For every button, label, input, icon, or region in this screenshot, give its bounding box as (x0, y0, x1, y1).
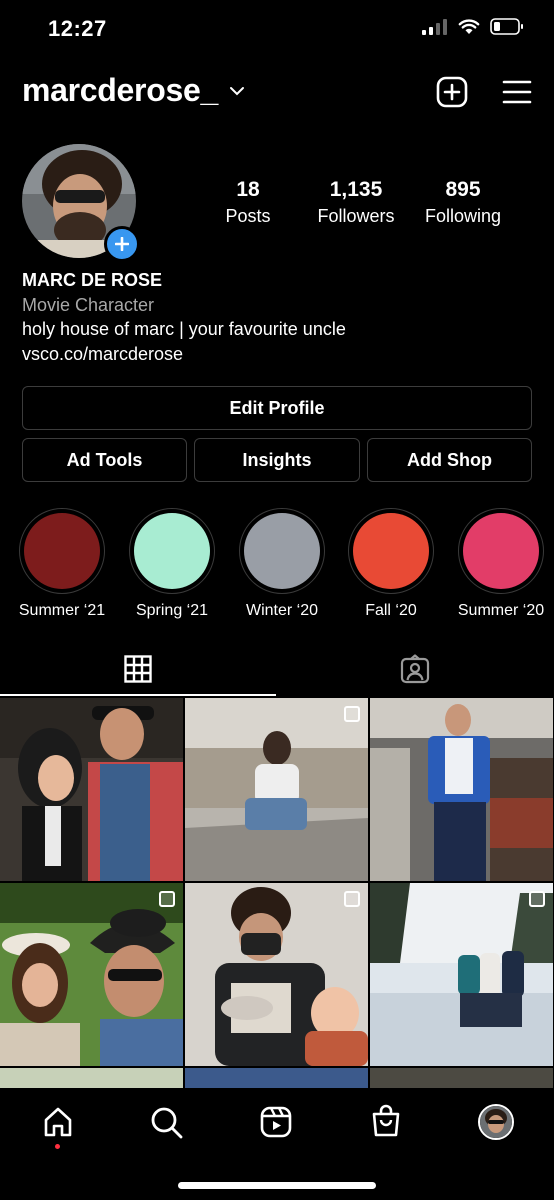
multi-post-icon (344, 706, 360, 722)
followers-stat[interactable]: 1,135 Followers (301, 178, 411, 227)
signal-icon (422, 18, 447, 35)
post-thumbnail[interactable] (370, 883, 553, 1066)
edit-profile-button[interactable]: Edit Profile (22, 386, 532, 430)
highlight-label: Fall ‘20 (365, 602, 417, 619)
post-thumbnail[interactable] (185, 1068, 368, 1088)
notification-dot (55, 1144, 60, 1149)
highlight-fall-20[interactable]: Fall ‘20 (347, 508, 435, 620)
followers-count: 1,135 (329, 178, 383, 201)
plus-icon (115, 237, 129, 251)
bio-text: holy house of marc | your favourite uncl… (22, 319, 346, 339)
highlight-summer-21[interactable]: Summer ‘21 (18, 508, 106, 620)
username: marcderose_ (22, 72, 218, 108)
bio: MARC DE ROSE Movie Character holy house … (22, 268, 346, 366)
status-icons (422, 18, 524, 35)
posts-stat[interactable]: 18 Posts (193, 178, 303, 227)
highlight-spring-21[interactable]: Spring ‘21 (128, 508, 216, 620)
followers-label: Followers (317, 206, 395, 226)
header-actions (436, 76, 532, 108)
following-count: 895 (445, 178, 481, 201)
search-icon[interactable] (150, 1106, 184, 1140)
highlight-cover (244, 513, 320, 589)
home-icon[interactable] (42, 1106, 74, 1138)
highlight-label: Spring ‘21 (135, 602, 209, 619)
active-tab-indicator (0, 694, 276, 696)
posts-label: Posts (225, 206, 271, 226)
profile-tabs (0, 640, 554, 696)
post-thumbnail[interactable] (370, 698, 553, 881)
grid-icon[interactable] (124, 655, 152, 683)
multi-post-icon (159, 891, 175, 907)
highlight-ring (129, 508, 215, 594)
highlight-cover (134, 513, 210, 589)
highlight-label: Winter ‘20 (245, 602, 319, 619)
ad-tools-button[interactable]: Ad Tools (22, 438, 187, 482)
highlight-cover (24, 513, 100, 589)
post-thumbnail[interactable] (0, 883, 183, 1066)
highlight-ring (348, 508, 434, 594)
highlight-ring (458, 508, 544, 594)
battery-icon (490, 18, 523, 35)
highlight-ring (239, 508, 325, 594)
home-indicator (178, 1182, 376, 1189)
highlight-summer-20[interactable]: Summer ‘20 (457, 508, 545, 620)
highlight-winter-20[interactable]: Winter ‘20 (238, 508, 326, 620)
highlight-ring (19, 508, 105, 594)
insights-button[interactable]: Insights (194, 438, 360, 482)
highlight-label: Summer ‘21 (18, 602, 106, 619)
post-thumbnail[interactable] (0, 1068, 183, 1088)
add-shop-button[interactable]: Add Shop (367, 438, 532, 482)
chevron-down-icon (229, 86, 244, 95)
multi-post-icon (529, 891, 545, 907)
post-thumbnail[interactable] (185, 698, 368, 881)
status-time: 12:27 (48, 16, 107, 41)
profile-avatar[interactable] (478, 1104, 514, 1140)
tagged-icon[interactable] (400, 654, 430, 684)
reels-icon[interactable] (260, 1106, 292, 1138)
category-label: Movie Character (22, 294, 155, 315)
following-stat[interactable]: 895 Following (408, 178, 518, 227)
post-thumbnail[interactable] (185, 883, 368, 1066)
post-thumbnail[interactable] (370, 1068, 553, 1088)
highlight-cover (353, 513, 429, 589)
highlight-cover (463, 513, 539, 589)
multi-post-icon (344, 891, 360, 907)
posts-count: 18 (236, 178, 260, 201)
bio-link[interactable]: vsco.co/marcderose (22, 342, 346, 367)
create-post-icon[interactable] (436, 76, 468, 108)
display-name: MARC DE ROSE (22, 270, 163, 290)
menu-icon[interactable] (502, 79, 532, 105)
account-switcher[interactable]: marcderose_ (22, 72, 246, 109)
wifi-icon (458, 18, 480, 34)
shop-icon[interactable] (370, 1104, 402, 1138)
highlight-label: Summer ‘20 (457, 602, 545, 619)
post-thumbnail[interactable] (0, 698, 183, 881)
following-label: Following (424, 206, 502, 226)
add-story-badge[interactable] (104, 226, 140, 262)
